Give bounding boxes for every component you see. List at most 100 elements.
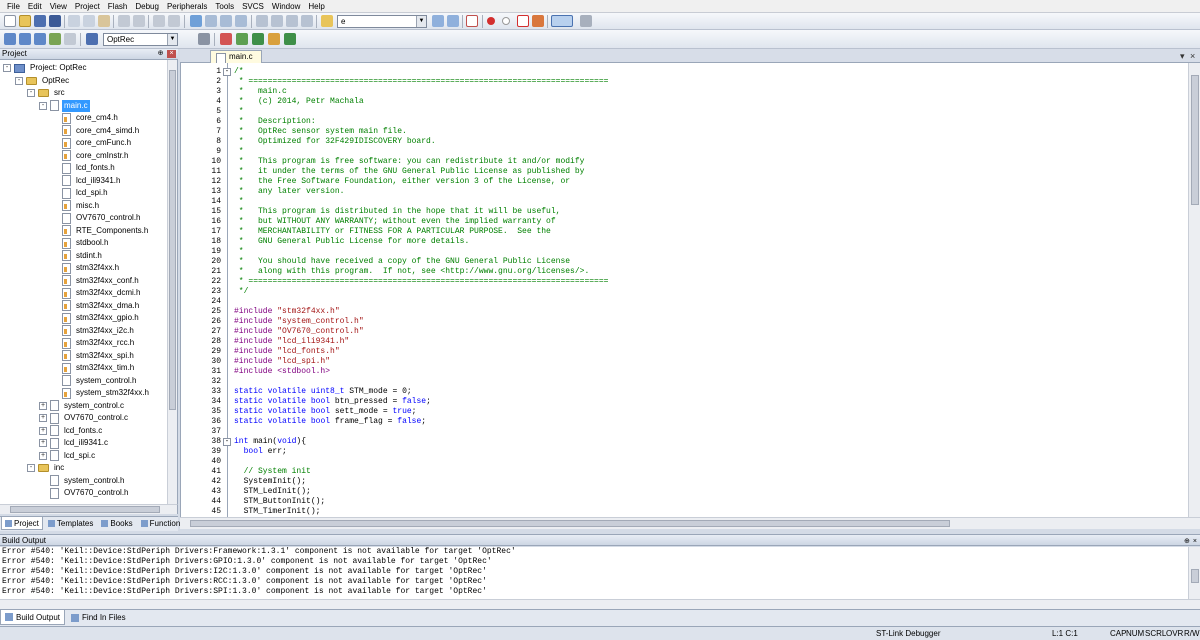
tree-item[interactable]: misc.h — [51, 200, 101, 212]
tree-item[interactable]: core_cmFunc.h — [51, 137, 133, 149]
tree-item[interactable]: stm32f4xx_dma.h — [51, 300, 141, 312]
build-output-text[interactable]: Error #540: 'Keil::Device:StdPeriph Driv… — [0, 547, 1188, 599]
tree-item[interactable]: stm32f4xx_conf.h — [51, 275, 141, 287]
breakpoint-insert-icon[interactable] — [487, 17, 495, 25]
code-line[interactable]: 16 * but WITHOUT ANY WARRANTY; without e… — [181, 217, 1188, 227]
collapse-icon[interactable]: - — [27, 89, 35, 97]
tree-item[interactable]: system_stm32f4xx.h — [51, 387, 151, 399]
batch-build-icon[interactable] — [49, 33, 61, 45]
code-line[interactable]: 21 * along with this program. If not, se… — [181, 267, 1188, 277]
code-line[interactable]: 3 * main.c — [181, 87, 1188, 97]
manage-project-items-icon[interactable] — [220, 33, 232, 45]
code-line[interactable]: 45 STM_TimerInit(); — [181, 507, 1188, 517]
target-combo[interactable]: OptRec ▼ — [103, 33, 178, 46]
code-line[interactable]: 4 * (c) 2014, Petr Machala — [181, 97, 1188, 107]
code-line[interactable]: 27 #include "OV7670_control.h" — [181, 327, 1188, 337]
bookmark-clear-icon[interactable] — [235, 15, 247, 27]
editor-horizontal-scrollbar[interactable] — [180, 517, 1200, 529]
code-line[interactable]: 28 #include "lcd_ili9341.h" — [181, 337, 1188, 347]
target-options-icon[interactable] — [198, 33, 210, 45]
code-editor[interactable]: 1-/* 2 * ================================… — [180, 63, 1188, 517]
code-line[interactable]: 12 * the Free Software Foundation, eithe… — [181, 177, 1188, 187]
code-line[interactable]: 44 STM_ButtonInit(); — [181, 497, 1188, 507]
code-line[interactable]: 32 — [181, 377, 1188, 387]
tab-books[interactable]: Books — [98, 517, 135, 530]
collapse-icon[interactable]: - — [223, 438, 231, 446]
code-line[interactable]: 31 #include <stdbool.h> — [181, 367, 1188, 377]
tree-item[interactable]: + lcd_ili9341.c — [39, 437, 110, 449]
code-line[interactable]: 30 #include "lcd_spi.h" — [181, 357, 1188, 367]
download-icon[interactable] — [86, 33, 98, 45]
close-icon[interactable]: × — [167, 50, 176, 58]
code-line[interactable]: 22 * ===================================… — [181, 277, 1188, 287]
tree-item[interactable]: - src — [27, 87, 67, 99]
tree-item[interactable]: system_control.h — [51, 375, 138, 387]
copy-icon[interactable] — [83, 15, 95, 27]
tree-item[interactable]: OV7670_control.h — [51, 212, 143, 224]
editor-vertical-scrollbar[interactable] — [1188, 63, 1200, 517]
tab-project[interactable]: Project — [1, 517, 43, 530]
code-line[interactable]: 41 // System init — [181, 467, 1188, 477]
code-line[interactable]: 11 * it under the terms of the GNU Gener… — [181, 167, 1188, 177]
tree-item[interactable]: + lcd_fonts.c — [39, 425, 104, 437]
code-line[interactable]: 8 * Optimized for 32F429IDISCOVERY board… — [181, 137, 1188, 147]
code-line[interactable]: 18 * GNU General Public License for more… — [181, 237, 1188, 247]
code-line[interactable]: 20 * You should have received a copy of … — [181, 257, 1188, 267]
code-line[interactable]: 42 SystemInit(); — [181, 477, 1188, 487]
code-line[interactable]: 36 static volatile bool frame_flag = fals… — [181, 417, 1188, 427]
expand-icon[interactable]: + — [39, 451, 47, 460]
tree-item[interactable]: stm32f4xx_spi.h — [51, 350, 136, 362]
collapse-icon[interactable]: - — [223, 68, 231, 76]
menu-debug[interactable]: Debug — [131, 0, 163, 13]
expand-icon[interactable]: + — [39, 414, 47, 422]
tree-item[interactable]: - inc — [27, 462, 66, 474]
code-line[interactable]: 37 — [181, 427, 1188, 437]
chevron-down-icon[interactable]: ▾ — [1180, 51, 1185, 61]
tree-item[interactable]: core_cm4_simd.h — [51, 125, 141, 137]
menu-peripherals[interactable]: Peripherals — [163, 0, 211, 13]
pin-icon[interactable]: ⊕ — [156, 50, 165, 58]
tab-main-c[interactable]: main.c — [210, 50, 262, 64]
menu-file[interactable]: File — [3, 0, 24, 13]
uncomment-icon[interactable] — [301, 15, 313, 27]
code-line[interactable]: 6 * Description: — [181, 117, 1188, 127]
redo-icon[interactable] — [133, 15, 145, 27]
build-icon[interactable] — [19, 33, 31, 45]
menu-edit[interactable]: Edit — [24, 0, 46, 13]
chevron-down-icon[interactable]: ▼ — [167, 34, 177, 45]
paste-icon[interactable] — [98, 15, 110, 27]
tree-item[interactable]: + system_control.c — [39, 400, 126, 412]
menu-tools[interactable]: Tools — [211, 0, 238, 13]
save-all-icon[interactable] — [49, 15, 61, 27]
menu-svcs[interactable]: SVCS — [238, 0, 268, 13]
code-line[interactable]: 24 — [181, 297, 1188, 307]
close-icon[interactable]: × — [1190, 51, 1195, 61]
incremental-find-icon[interactable] — [447, 15, 459, 27]
code-line[interactable]: 29 #include "lcd_fonts.h" — [181, 347, 1188, 357]
find-combo[interactable]: e ▼ — [337, 15, 427, 28]
collapse-icon[interactable]: - — [39, 101, 47, 110]
expand-icon[interactable]: + — [39, 426, 47, 435]
code-line[interactable]: 35 static volatile bool sett_mode = true; — [181, 407, 1188, 417]
menu-view[interactable]: View — [46, 0, 71, 13]
cut-icon[interactable] — [68, 15, 80, 27]
collapse-icon[interactable]: - — [15, 76, 23, 85]
nav-back-icon[interactable] — [153, 15, 165, 27]
code-line[interactable]: 23 */ — [181, 287, 1188, 297]
comment-icon[interactable] — [286, 15, 298, 27]
tree-item[interactable]: + lcd_spi.c — [39, 450, 97, 462]
unindent-icon[interactable] — [271, 15, 283, 27]
tree-item[interactable]: lcd_spi.h — [51, 187, 110, 199]
code-line[interactable]: 7 * OptRec sensor system main file. — [181, 127, 1188, 137]
code-line[interactable]: 2 * ====================================… — [181, 77, 1188, 87]
tree-item[interactable]: core_cmInstr.h — [51, 150, 130, 162]
code-line[interactable]: 43 STM_LedInit(); — [181, 487, 1188, 497]
select-packs-icon[interactable] — [252, 33, 264, 45]
tree-horizontal-scrollbar[interactable] — [0, 504, 178, 514]
tree-item[interactable]: stm32f4xx_rcc.h — [51, 337, 136, 349]
menu-project[interactable]: Project — [71, 0, 104, 13]
tree-item[interactable]: stm32f4xx_dcmi.h — [51, 287, 142, 299]
tree-item[interactable]: stm32f4xx.h — [51, 262, 121, 274]
code-line[interactable]: 40 — [181, 457, 1188, 467]
code-line[interactable]: 9 * — [181, 147, 1188, 157]
